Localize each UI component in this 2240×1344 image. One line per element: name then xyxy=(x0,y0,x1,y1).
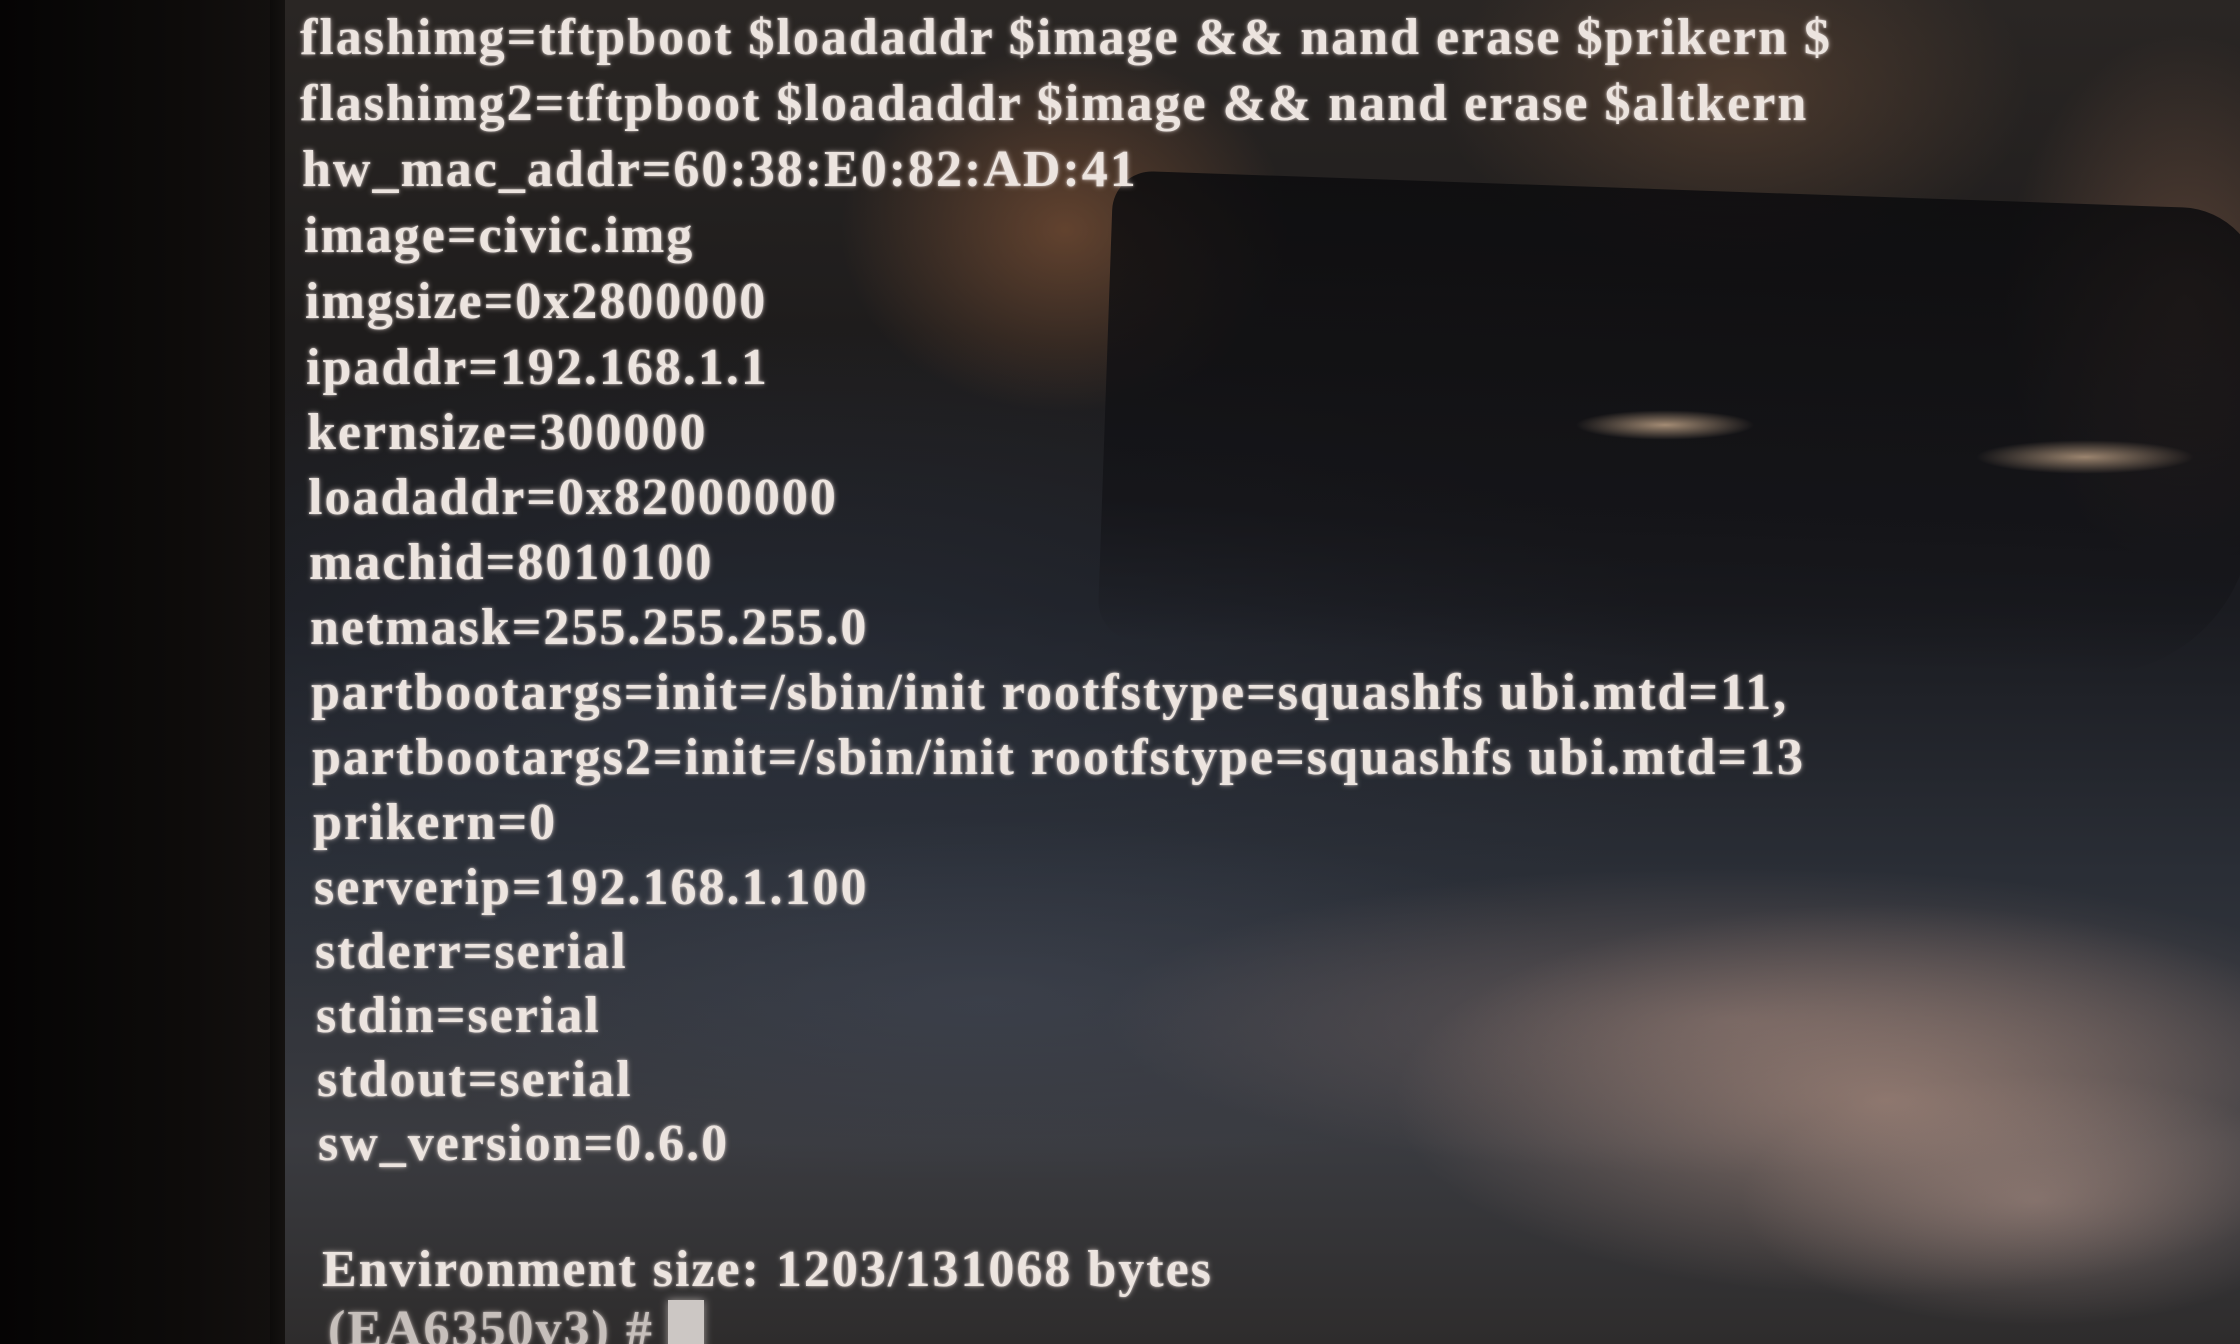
terminal-line: stderr=serial xyxy=(315,923,628,980)
terminal-line: netmask=255.255.255.0 xyxy=(310,599,869,656)
terminal-line: kernsize=300000 xyxy=(307,404,708,461)
prompt-text: (EA6350v3) # xyxy=(328,1301,654,1344)
terminal-line: ipaddr=192.168.1.1 xyxy=(306,339,769,396)
terminal-line: Environment size: 1203/131068 bytes xyxy=(322,1241,1213,1298)
terminal-line: flashimg2=tftpboot $loadaddr $image && n… xyxy=(300,75,1809,132)
terminal-line: partbootargs=init=/sbin/init rootfstype=… xyxy=(311,664,1789,721)
command-prompt[interactable]: (EA6350v3) # xyxy=(328,1300,704,1344)
terminal-line: imgsize=0x2800000 xyxy=(305,273,768,330)
terminal-photo: flashimg=tftpboot $loadaddr $image && na… xyxy=(0,0,2240,1344)
terminal-line: stdin=serial xyxy=(316,987,601,1044)
terminal-line: prikern=0 xyxy=(313,794,558,851)
terminal-line: serverip=192.168.1.100 xyxy=(314,859,869,916)
terminal-line: hw_mac_addr=60:38:E0:82:AD:41 xyxy=(302,141,1138,198)
terminal-line: stdout=serial xyxy=(317,1051,633,1108)
text-cursor xyxy=(667,1300,704,1344)
terminal-line: partbootargs2=init=/sbin/init rootfstype… xyxy=(312,729,1806,786)
terminal-line: sw_version=0.6.0 xyxy=(318,1115,730,1172)
terminal-line: machid=8010100 xyxy=(309,534,714,591)
terminal-line: flashimg=tftpboot $loadaddr $image && na… xyxy=(300,9,1832,66)
terminal-line: loadaddr=0x82000000 xyxy=(308,469,838,526)
terminal-output: flashimg=tftpboot $loadaddr $image && na… xyxy=(0,0,2240,1344)
terminal-line: image=civic.img xyxy=(304,207,695,264)
